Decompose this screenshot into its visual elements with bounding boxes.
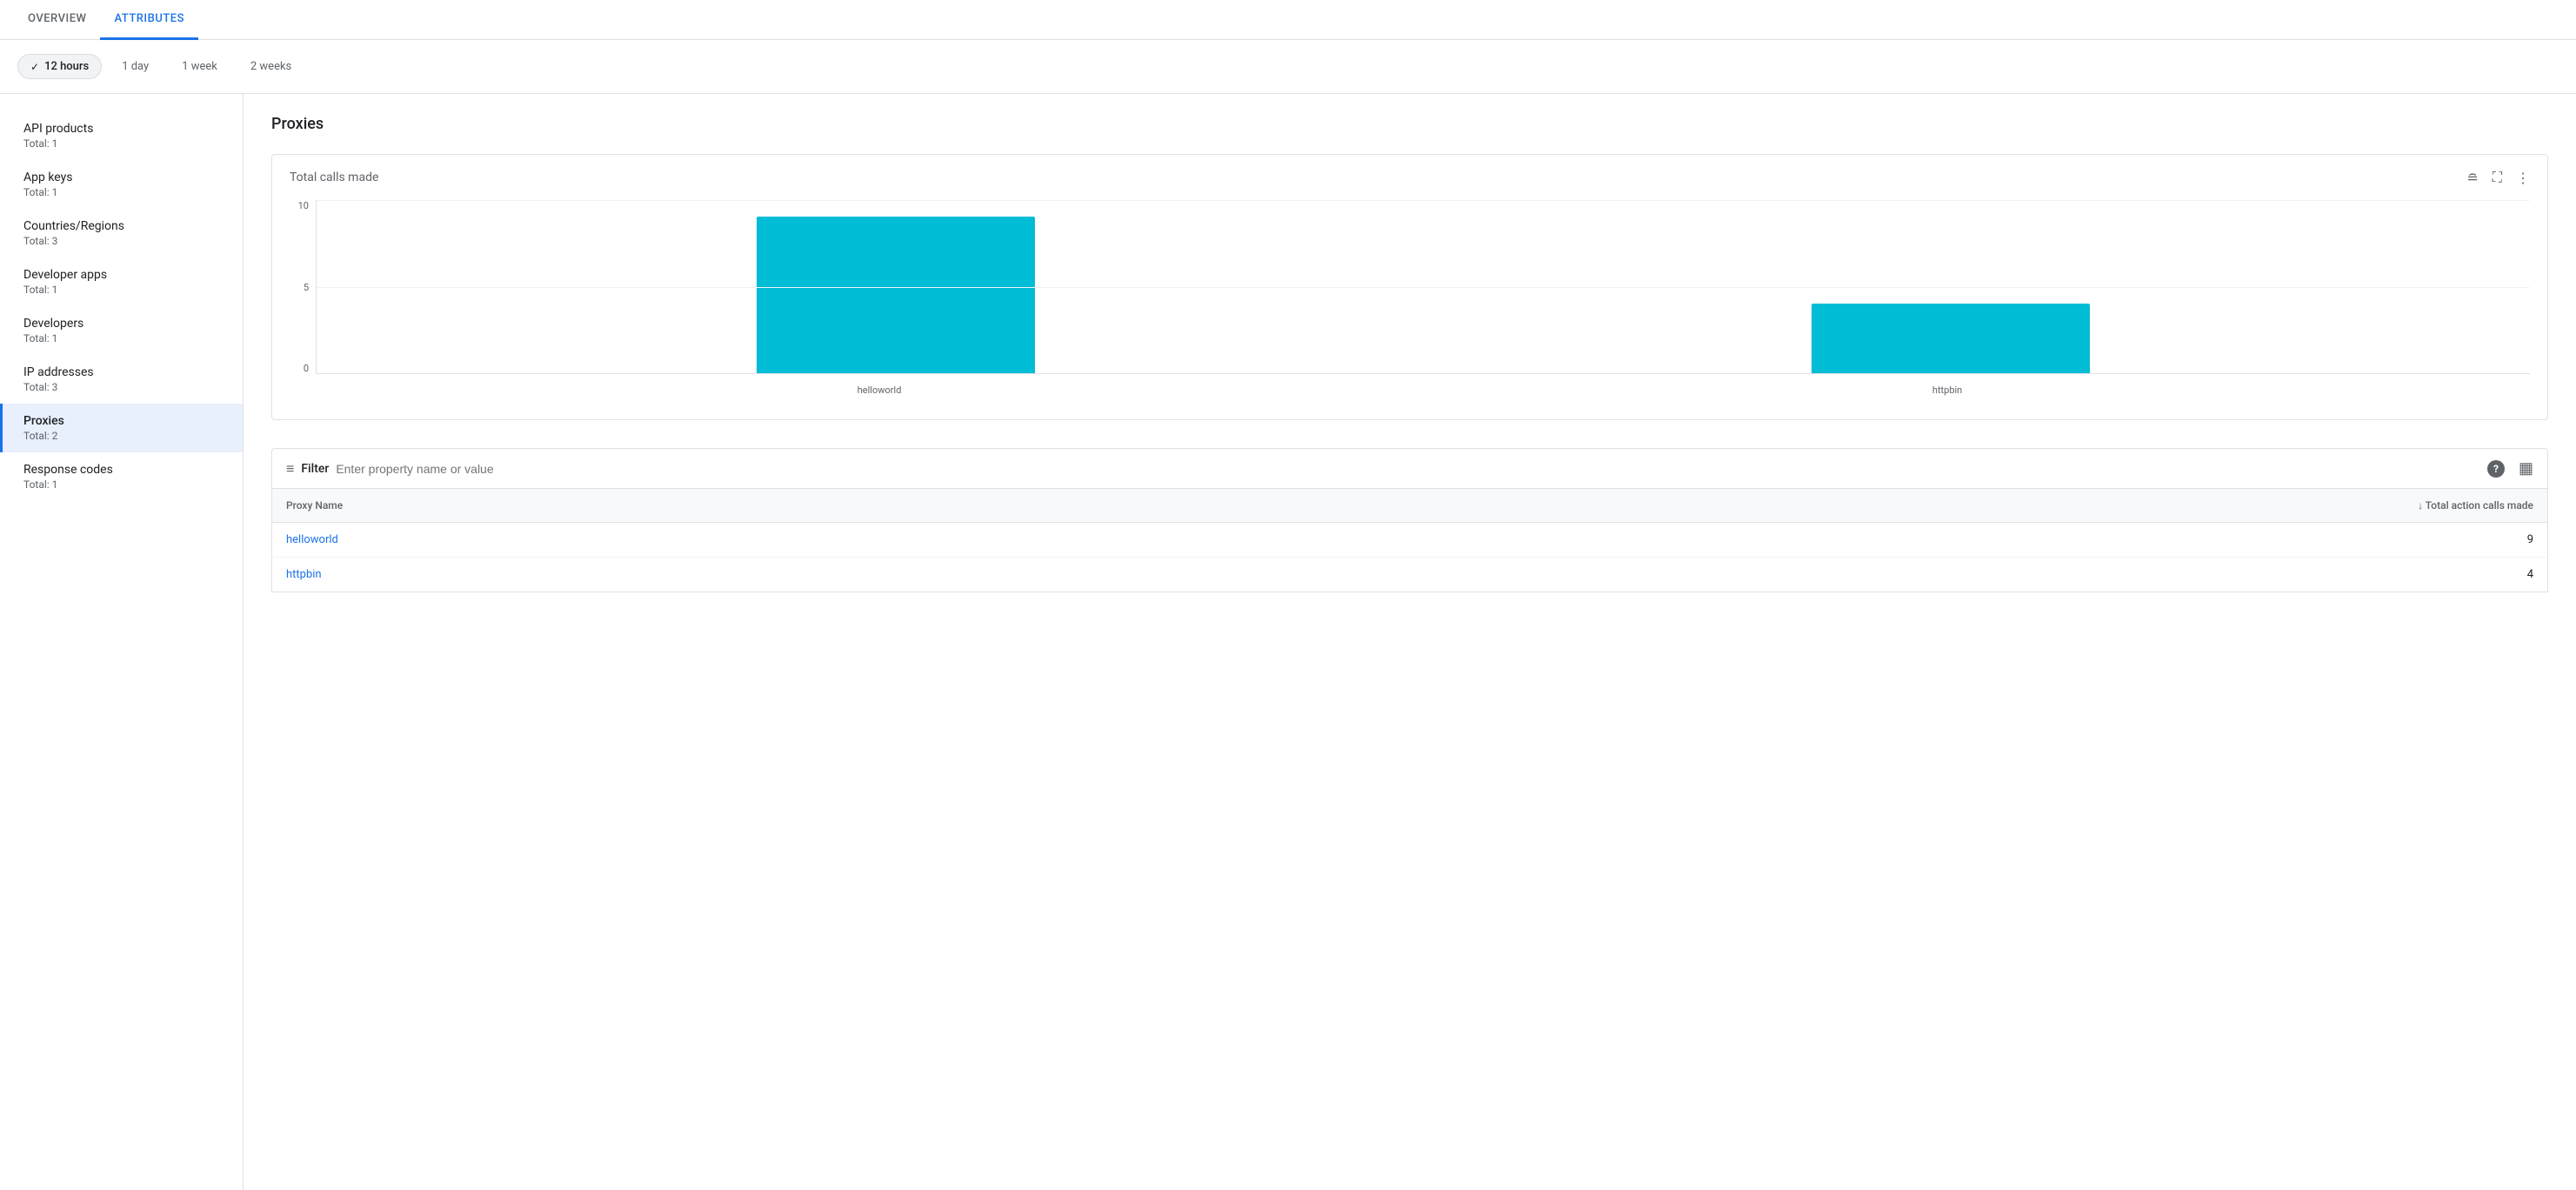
- x-label-httpbin: httpbin: [1932, 384, 1962, 396]
- filter-right: ? ▦: [2487, 459, 2533, 478]
- sidebar-item-developers[interactable]: Developers Total: 1: [0, 306, 243, 355]
- sidebar-item-total: Total: 2: [23, 430, 222, 442]
- sidebar-item-name: API products: [23, 122, 222, 136]
- filter-table-section: ≡ Filter ? ▦ Proxy Name ↓ Tot: [271, 448, 2548, 592]
- table-row: httpbin 4: [272, 558, 2548, 592]
- proxy-link-helloworld[interactable]: helloworld: [286, 533, 338, 546]
- y-axis: 10 5 0: [290, 200, 316, 374]
- x-labels: helloworld httpbin: [290, 379, 2530, 396]
- chart-card: Total calls made ≘ ⛶ ⋮ 10 5 0: [271, 154, 2548, 420]
- sidebar-item-total: Total: 1: [23, 332, 222, 344]
- sidebar-item-developer-apps[interactable]: Developer apps Total: 1: [0, 257, 243, 306]
- filter-icon: ≡: [286, 460, 294, 478]
- table-row: helloworld 9: [272, 523, 2548, 558]
- sidebar-item-total: Total: 1: [23, 186, 222, 198]
- bar-group-httpbin: [1812, 304, 2090, 373]
- time-filter-bar: 12 hours 1 day 1 week 2 weeks: [0, 40, 2576, 94]
- sort-desc-icon: ↓: [2418, 499, 2423, 511]
- col-header-total-calls[interactable]: ↓ Total action calls made: [1117, 489, 2547, 523]
- grid-line: [317, 287, 2530, 288]
- time-filter-2w[interactable]: 2 weeks: [237, 54, 304, 79]
- bar-chart-container: 10 5 0: [272, 193, 2547, 419]
- sidebar-item-total: Total: 1: [23, 137, 222, 150]
- sidebar-item-name: Countries/Regions: [23, 219, 222, 233]
- bar-group-helloworld: [757, 217, 1035, 373]
- sidebar-item-response-codes[interactable]: Response codes Total: 1: [0, 452, 243, 501]
- y-axis-label: 10: [298, 200, 309, 211]
- sidebar-item-total: Total: 3: [23, 235, 222, 247]
- sidebar-item-name: Proxies: [23, 414, 222, 428]
- time-filter-1d[interactable]: 1 day: [109, 54, 162, 79]
- sidebar-item-countries-regions[interactable]: Countries/Regions Total: 3: [0, 209, 243, 257]
- chart-actions: ≘ ⛶ ⋮: [2466, 169, 2530, 186]
- y-axis-label: 5: [304, 282, 309, 293]
- sidebar-item-name: Developers: [23, 317, 222, 331]
- data-table: Proxy Name ↓ Total action calls made hel…: [271, 489, 2548, 592]
- time-filter-12h[interactable]: 12 hours: [17, 54, 102, 79]
- more-menu-icon[interactable]: ⋮: [2516, 170, 2530, 186]
- export-icon[interactable]: ≘: [2466, 170, 2478, 186]
- filter-bar: ≡ Filter ? ▦: [271, 448, 2548, 489]
- help-icon[interactable]: ?: [2487, 460, 2505, 478]
- main-layout: API products Total: 1 App keys Total: 1 …: [0, 94, 2576, 1190]
- table-cell-proxy-name: httpbin: [272, 558, 1118, 592]
- top-tabs: OVERVIEW ATTRIBUTES: [0, 0, 2576, 40]
- sidebar-item-name: Response codes: [23, 463, 222, 477]
- col-header-proxy-name[interactable]: Proxy Name: [272, 489, 1118, 523]
- chart-plot: [316, 200, 2530, 374]
- sidebar-item-total: Total: 1: [23, 284, 222, 296]
- sidebar-item-total: Total: 3: [23, 381, 222, 393]
- chart-title: Total calls made: [290, 170, 378, 184]
- sidebar-item-name: IP addresses: [23, 365, 222, 379]
- sidebar-item-total: Total: 1: [23, 478, 222, 491]
- table-cell-total-calls: 9: [1117, 523, 2547, 558]
- bar-httpbin: [1812, 304, 2090, 373]
- bar-helloworld: [757, 217, 1035, 373]
- expand-icon[interactable]: ⛶: [2493, 169, 2502, 186]
- proxy-link-httpbin[interactable]: httpbin: [286, 568, 322, 581]
- page-title: Proxies: [271, 115, 2548, 133]
- sidebar-item-proxies[interactable]: Proxies Total: 2: [0, 404, 243, 452]
- sidebar-item-name: Developer apps: [23, 268, 222, 282]
- tab-overview[interactable]: OVERVIEW: [14, 0, 100, 40]
- sidebar-item-ip-addresses[interactable]: IP addresses Total: 3: [0, 355, 243, 404]
- filter-label: Filter: [301, 462, 329, 476]
- sidebar-item-name: App keys: [23, 170, 222, 184]
- table-cell-total-calls: 4: [1117, 558, 2547, 592]
- time-filter-1w[interactable]: 1 week: [169, 54, 230, 79]
- col-header-label: Total action calls made: [2426, 499, 2533, 511]
- columns-icon[interactable]: ▦: [2519, 459, 2533, 478]
- x-label-helloworld: helloworld: [858, 384, 902, 396]
- chart-area: 10 5 0: [290, 200, 2530, 374]
- grid-line: [317, 200, 2530, 201]
- table-header-row: Proxy Name ↓ Total action calls made: [272, 489, 2548, 523]
- sidebar-item-app-keys[interactable]: App keys Total: 1: [0, 160, 243, 209]
- sidebar: API products Total: 1 App keys Total: 1 …: [0, 94, 244, 1190]
- filter-input[interactable]: [336, 462, 2480, 476]
- chart-header: Total calls made ≘ ⛶ ⋮: [272, 155, 2547, 193]
- sidebar-item-api-products[interactable]: API products Total: 1: [0, 111, 243, 160]
- col-header-label: Proxy Name: [286, 499, 343, 511]
- y-axis-label: 0: [304, 363, 309, 374]
- content-area: Proxies Total calls made ≘ ⛶ ⋮ 10 5 0: [244, 94, 2576, 1190]
- table-cell-proxy-name: helloworld: [272, 523, 1118, 558]
- tab-attributes[interactable]: ATTRIBUTES: [100, 0, 197, 40]
